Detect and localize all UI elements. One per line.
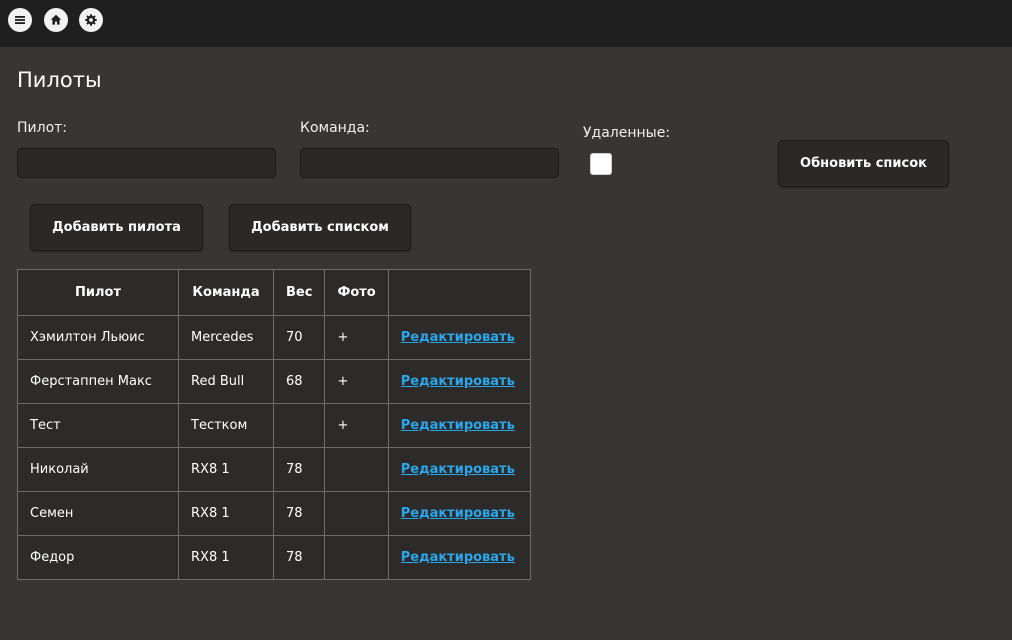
page-title: Пилоты [17,68,102,92]
deleted-checkbox[interactable] [590,153,612,175]
photo-cell [324,491,389,536]
team-cell: Red Bull [178,359,274,404]
team-cell: RX8 1 [178,491,274,536]
edit-link[interactable]: Редактировать [401,330,515,345]
table-row: Ферстаппен Макс Red Bull 68 + Редактиров… [17,359,531,404]
column-header-actions [387,269,531,316]
weight-cell: 78 [272,447,326,492]
weight-cell: 68 [272,359,326,404]
team-filter-input[interactable] [300,148,559,178]
pilot-filter-label: Пилот: [17,120,68,136]
refresh-list-button[interactable]: Обновить список [778,140,949,187]
top-bar [0,0,1012,47]
actions-cell: Редактировать [387,447,531,492]
photo-cell: + [324,359,389,404]
menu-icon [15,16,25,24]
pilot-filter-input[interactable] [17,148,276,178]
weight-cell [272,403,326,448]
photo-cell: + [324,315,389,360]
edit-link[interactable]: Редактировать [401,374,515,389]
column-header-photo: Фото [324,269,389,316]
table-row: Федор RX8 1 78 Редактировать [17,535,531,580]
add-list-button[interactable]: Добавить списком [229,204,411,251]
menu-button[interactable] [8,8,32,32]
team-cell: Mercedes [178,315,274,360]
photo-cell [324,447,389,492]
actions-cell: Редактировать [387,535,531,580]
pilot-cell: Семен [17,491,179,536]
edit-link[interactable]: Редактировать [401,462,515,477]
add-pilot-button[interactable]: Добавить пилота [30,204,203,251]
table-row: Хэмилтон Льюис Mercedes 70 + Редактирова… [17,315,531,360]
table-row: Тест Тестком + Редактировать [17,403,531,448]
pilot-cell: Николай [17,447,179,492]
pilot-cell: Федор [17,535,179,580]
team-cell: RX8 1 [178,535,274,580]
actions-cell: Редактировать [387,315,531,360]
actions-cell: Редактировать [387,403,531,448]
home-button[interactable] [44,8,68,32]
actions-cell: Редактировать [387,491,531,536]
table-header-row: Пилот Команда Вес Фото [17,269,531,316]
weight-cell: 70 [272,315,326,360]
edit-link[interactable]: Редактировать [401,506,515,521]
weight-cell: 78 [272,535,326,580]
pilot-cell: Хэмилтон Льюис [17,315,179,360]
pilot-cell: Тест [17,403,179,448]
table-row: Николай RX8 1 78 Редактировать [17,447,531,492]
pilot-cell: Ферстаппен Макс [17,359,179,404]
actions-cell: Редактировать [387,359,531,404]
settings-button[interactable] [79,8,103,32]
edit-link[interactable]: Редактировать [401,550,515,565]
column-header-weight: Вес [272,269,326,316]
team-filter-label: Команда: [300,120,370,136]
home-icon [50,14,62,25]
edit-link[interactable]: Редактировать [401,418,515,433]
photo-cell: + [324,403,389,448]
column-header-pilot: Пилот [17,269,179,316]
deleted-filter-label: Удаленные: [583,125,671,141]
team-cell: RX8 1 [178,447,274,492]
gear-icon [85,14,97,26]
pilots-table: Пилот Команда Вес Фото Хэмилтон Льюис Me… [17,269,531,580]
weight-cell: 78 [272,491,326,536]
column-header-team: Команда [178,269,274,316]
table-row: Семен RX8 1 78 Редактировать [17,491,531,536]
team-cell: Тестком [178,403,274,448]
photo-cell [324,535,389,580]
